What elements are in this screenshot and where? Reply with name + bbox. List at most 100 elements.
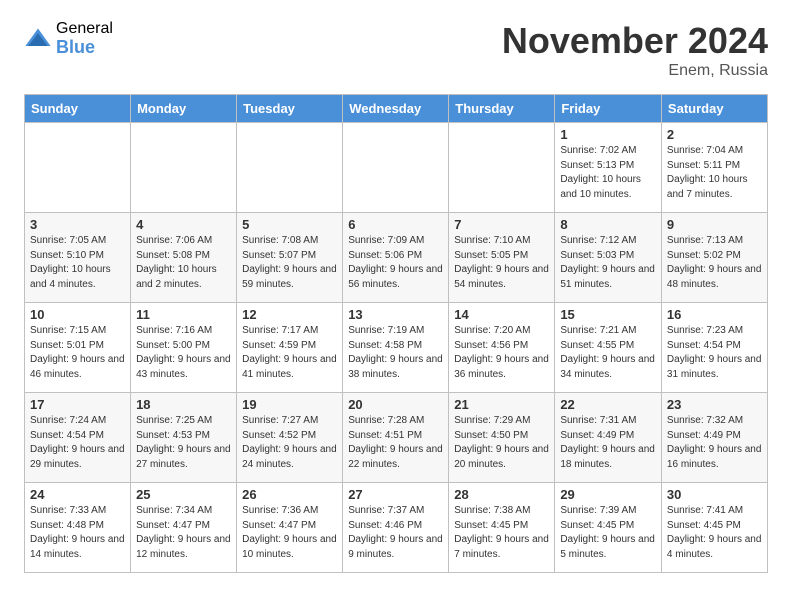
- day-number: 12: [242, 307, 337, 322]
- day-number: 11: [136, 307, 231, 322]
- day-number: 5: [242, 217, 337, 232]
- day-cell: 6 Sunrise: 7:09 AM Sunset: 5:06 PM Daylig…: [343, 213, 449, 303]
- day-cell: 7 Sunrise: 7:10 AM Sunset: 5:05 PM Daylig…: [449, 213, 555, 303]
- day-cell: 18 Sunrise: 7:25 AM Sunset: 4:53 PM Dayli…: [131, 393, 237, 483]
- day-cell: 28 Sunrise: 7:38 AM Sunset: 4:45 PM Dayli…: [449, 483, 555, 573]
- day-info: Sunrise: 7:23 AM Sunset: 4:54 PM Dayligh…: [667, 324, 762, 382]
- day-cell: 22Sunrise: 7:31 AM Sunset: 4:49 PM Dayli…: [555, 393, 662, 483]
- day-number: 4: [136, 217, 231, 232]
- day-number: 15: [560, 307, 656, 322]
- day-number: 10: [30, 307, 125, 322]
- day-number: 13: [348, 307, 443, 322]
- calendar-table: Sunday Monday Tuesday Wednesday Thursday…: [24, 94, 768, 573]
- day-info: Sunrise: 7:10 AM Sunset: 5:05 PM Dayligh…: [454, 234, 549, 292]
- title-block: November 2024 Enem, Russia: [502, 20, 768, 80]
- day-info: Sunrise: 7:38 AM Sunset: 4:45 PM Dayligh…: [454, 504, 549, 562]
- day-cell: 11 Sunrise: 7:16 AM Sunset: 5:00 PM Dayli…: [131, 303, 237, 393]
- logo: General Blue: [24, 20, 113, 57]
- day-info: Sunrise: 7:27 AM Sunset: 4:52 PM Dayligh…: [242, 414, 337, 472]
- day-cell: 15 Sunrise: 7:21 AM Sunset: 4:55 PM Dayli…: [555, 303, 662, 393]
- week-row-2: 10 Sunrise: 7:15 AM Sunset: 5:01 PM Dayli…: [25, 303, 768, 393]
- day-number: 17: [30, 397, 125, 412]
- day-number: 1: [560, 127, 656, 142]
- day-number: 29: [560, 487, 656, 502]
- col-tuesday: Tuesday: [237, 95, 343, 123]
- day-info: Sunrise: 7:04 AM Sunset: 5:11 PM Dayligh…: [667, 144, 762, 202]
- day-number: 2: [667, 127, 762, 142]
- day-cell: 10 Sunrise: 7:15 AM Sunset: 5:01 PM Dayli…: [25, 303, 131, 393]
- day-info: Sunrise: 7:17 AM Sunset: 4:59 PM Dayligh…: [242, 324, 337, 382]
- day-cell: 8Sunrise: 7:12 AM Sunset: 5:03 PM Daylig…: [555, 213, 662, 303]
- day-cell: 25 Sunrise: 7:34 AM Sunset: 4:47 PM Dayli…: [131, 483, 237, 573]
- col-saturday: Saturday: [661, 95, 767, 123]
- day-info: Sunrise: 7:02 AM Sunset: 5:13 PM Dayligh…: [560, 144, 656, 202]
- day-cell: 13 Sunrise: 7:19 AM Sunset: 4:58 PM Dayli…: [343, 303, 449, 393]
- week-row-3: 17 Sunrise: 7:24 AM Sunset: 4:54 PM Dayli…: [25, 393, 768, 483]
- month-title: November 2024: [502, 20, 768, 62]
- day-number: 26: [242, 487, 337, 502]
- day-cell: [343, 123, 449, 213]
- day-cell: 27Sunrise: 7:37 AM Sunset: 4:46 PM Dayli…: [343, 483, 449, 573]
- day-number: 19: [242, 397, 337, 412]
- logo-icon: [24, 25, 52, 53]
- day-number: 18: [136, 397, 231, 412]
- day-info: Sunrise: 7:41 AM Sunset: 4:45 PM Dayligh…: [667, 504, 762, 562]
- logo-general: General: [56, 20, 113, 38]
- day-cell: [25, 123, 131, 213]
- day-cell: 14Sunrise: 7:20 AM Sunset: 4:56 PM Dayli…: [449, 303, 555, 393]
- day-cell: 16 Sunrise: 7:23 AM Sunset: 4:54 PM Dayli…: [661, 303, 767, 393]
- day-number: 30: [667, 487, 762, 502]
- day-cell: 21 Sunrise: 7:29 AM Sunset: 4:50 PM Dayli…: [449, 393, 555, 483]
- day-number: 25: [136, 487, 231, 502]
- day-info: Sunrise: 7:28 AM Sunset: 4:51 PM Dayligh…: [348, 414, 443, 472]
- day-number: 28: [454, 487, 549, 502]
- day-info: Sunrise: 7:31 AM Sunset: 4:49 PM Dayligh…: [560, 414, 656, 472]
- day-number: 3: [30, 217, 125, 232]
- week-row-0: 1 Sunrise: 7:02 AM Sunset: 5:13 PM Daylig…: [25, 123, 768, 213]
- day-number: 6: [348, 217, 443, 232]
- day-info: Sunrise: 7:20 AM Sunset: 4:56 PM Dayligh…: [454, 324, 549, 382]
- day-cell: 26Sunrise: 7:36 AM Sunset: 4:47 PM Dayli…: [237, 483, 343, 573]
- day-info: Sunrise: 7:29 AM Sunset: 4:50 PM Dayligh…: [454, 414, 549, 472]
- week-row-4: 24Sunrise: 7:33 AM Sunset: 4:48 PM Dayli…: [25, 483, 768, 573]
- day-info: Sunrise: 7:12 AM Sunset: 5:03 PM Dayligh…: [560, 234, 656, 292]
- day-number: 9: [667, 217, 762, 232]
- col-wednesday: Wednesday: [343, 95, 449, 123]
- col-friday: Friday: [555, 95, 662, 123]
- day-number: 16: [667, 307, 762, 322]
- day-info: Sunrise: 7:24 AM Sunset: 4:54 PM Dayligh…: [30, 414, 125, 472]
- day-number: 7: [454, 217, 549, 232]
- day-info: Sunrise: 7:13 AM Sunset: 5:02 PM Dayligh…: [667, 234, 762, 292]
- day-info: Sunrise: 7:33 AM Sunset: 4:48 PM Dayligh…: [30, 504, 125, 562]
- header-row: Sunday Monday Tuesday Wednesday Thursday…: [25, 95, 768, 123]
- logo-blue: Blue: [56, 38, 113, 58]
- day-info: Sunrise: 7:19 AM Sunset: 4:58 PM Dayligh…: [348, 324, 443, 382]
- page: General Blue November 2024 Enem, Russia …: [0, 0, 792, 593]
- day-cell: 24Sunrise: 7:33 AM Sunset: 4:48 PM Dayli…: [25, 483, 131, 573]
- day-info: Sunrise: 7:09 AM Sunset: 5:06 PM Dayligh…: [348, 234, 443, 292]
- day-cell: 29Sunrise: 7:39 AM Sunset: 4:45 PM Dayli…: [555, 483, 662, 573]
- day-info: Sunrise: 7:34 AM Sunset: 4:47 PM Dayligh…: [136, 504, 231, 562]
- col-monday: Monday: [131, 95, 237, 123]
- day-number: 21: [454, 397, 549, 412]
- day-info: Sunrise: 7:25 AM Sunset: 4:53 PM Dayligh…: [136, 414, 231, 472]
- day-info: Sunrise: 7:16 AM Sunset: 5:00 PM Dayligh…: [136, 324, 231, 382]
- day-info: Sunrise: 7:21 AM Sunset: 4:55 PM Dayligh…: [560, 324, 656, 382]
- day-cell: 5 Sunrise: 7:08 AM Sunset: 5:07 PM Daylig…: [237, 213, 343, 303]
- day-cell: 30 Sunrise: 7:41 AM Sunset: 4:45 PM Dayli…: [661, 483, 767, 573]
- day-cell: 23Sunrise: 7:32 AM Sunset: 4:49 PM Dayli…: [661, 393, 767, 483]
- location: Enem, Russia: [502, 62, 768, 80]
- day-cell: 1 Sunrise: 7:02 AM Sunset: 5:13 PM Daylig…: [555, 123, 662, 213]
- day-cell: [237, 123, 343, 213]
- day-info: Sunrise: 7:08 AM Sunset: 5:07 PM Dayligh…: [242, 234, 337, 292]
- day-info: Sunrise: 7:15 AM Sunset: 5:01 PM Dayligh…: [30, 324, 125, 382]
- day-cell: 12 Sunrise: 7:17 AM Sunset: 4:59 PM Dayli…: [237, 303, 343, 393]
- day-cell: 9 Sunrise: 7:13 AM Sunset: 5:02 PM Daylig…: [661, 213, 767, 303]
- day-cell: 20Sunrise: 7:28 AM Sunset: 4:51 PM Dayli…: [343, 393, 449, 483]
- header: General Blue November 2024 Enem, Russia: [24, 20, 768, 80]
- day-info: Sunrise: 7:06 AM Sunset: 5:08 PM Dayligh…: [136, 234, 231, 292]
- day-cell: 3 Sunrise: 7:05 AM Sunset: 5:10 PM Daylig…: [25, 213, 131, 303]
- day-info: Sunrise: 7:05 AM Sunset: 5:10 PM Dayligh…: [30, 234, 125, 292]
- col-thursday: Thursday: [449, 95, 555, 123]
- day-info: Sunrise: 7:37 AM Sunset: 4:46 PM Dayligh…: [348, 504, 443, 562]
